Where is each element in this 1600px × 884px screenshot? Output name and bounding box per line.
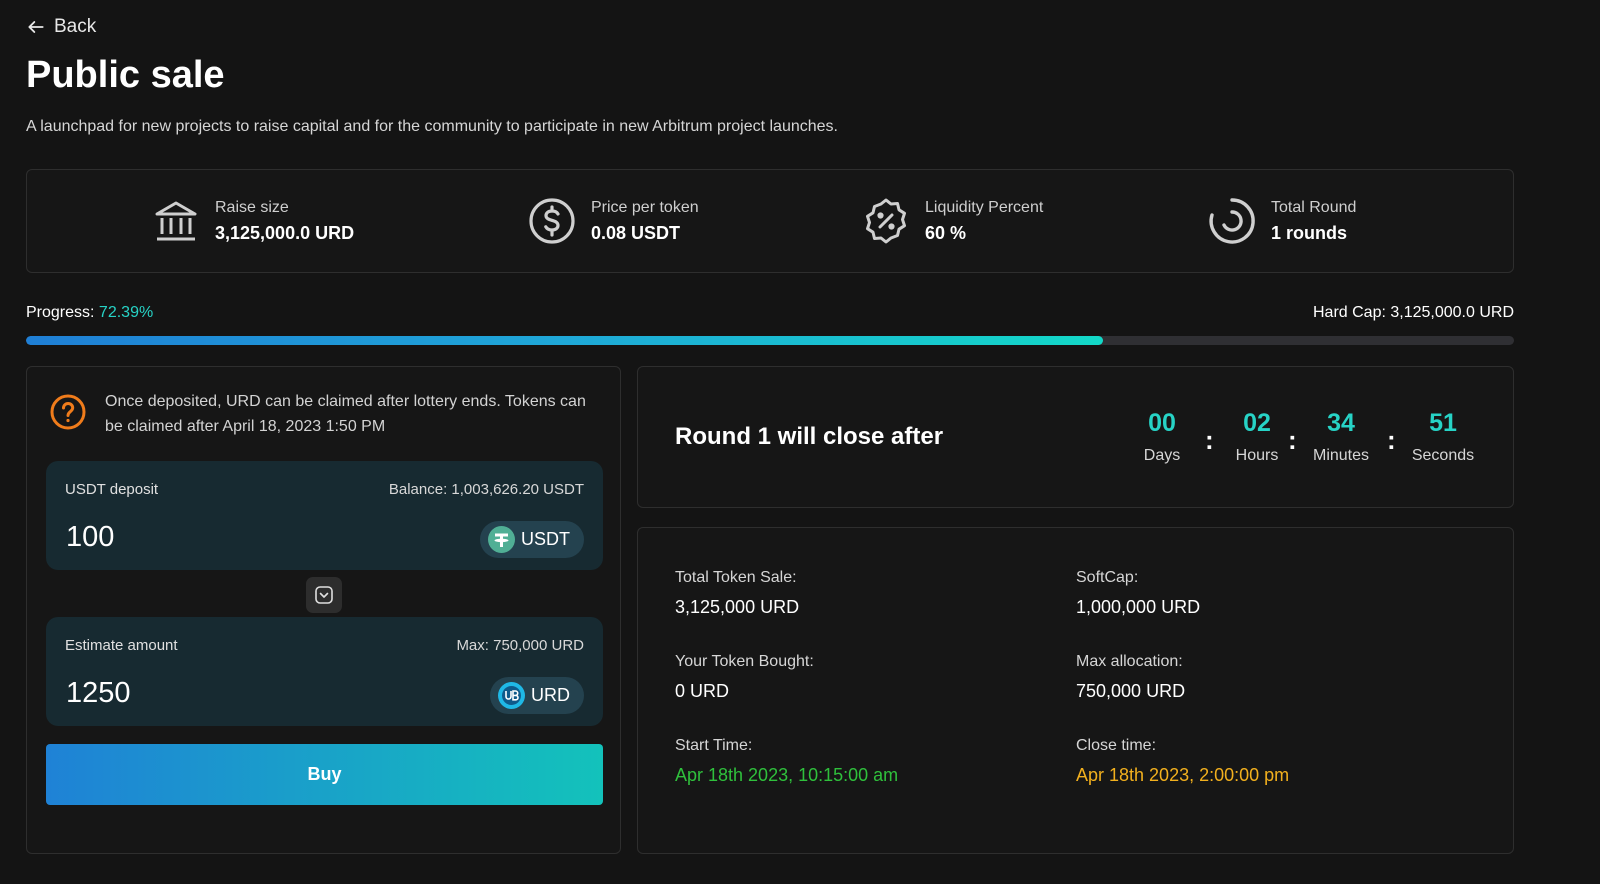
countdown-card: Round 1 will close after 00 Days : 02 Ho…	[637, 366, 1514, 508]
progress-label: Progress: 72.39%	[26, 304, 153, 322]
countdown-separator: :	[1205, 425, 1214, 455]
countdown-unit-label: Minutes	[1312, 447, 1370, 464]
chevron-down-square-icon	[315, 586, 333, 604]
page-title: Public sale	[26, 54, 225, 96]
countdown-value: 02	[1243, 409, 1271, 437]
detail-close-time: Close time: Apr 18th 2023, 2:00:00 pm	[1076, 737, 1289, 786]
deposit-box: USDT deposit Balance: 1,003,626.20 USDT …	[46, 461, 603, 570]
stat-label: Raise size	[215, 198, 289, 216]
detail-label: Your Token Bought:	[675, 653, 814, 670]
countdown-hours: 02 Hours	[1226, 409, 1288, 465]
swap-direction-button[interactable]	[306, 577, 342, 613]
stat-label: Liquidity Percent	[925, 198, 1044, 216]
stat-value: 60 %	[925, 222, 967, 243]
deposit-label: USDT deposit	[65, 481, 159, 498]
detail-value: 0 URD	[675, 681, 730, 701]
detail-label: Total Token Sale:	[675, 569, 797, 586]
progress-label-text: Progress:	[26, 304, 95, 321]
estimate-label: Estimate amount	[65, 637, 178, 654]
percent-badge-icon	[866, 198, 906, 244]
stats-card: Raise size 3,125,000.0 URD Price per tok…	[26, 169, 1514, 273]
stat-label: Total Round	[1271, 198, 1357, 216]
hard-cap: Hard Cap: 3,125,000.0 URD	[1313, 304, 1514, 321]
usdt-token-selector[interactable]: USDT	[480, 521, 584, 558]
purchase-card: Once deposited, URD can be claimed after…	[26, 366, 621, 854]
urd-logo-icon	[498, 682, 525, 709]
countdown-unit-label: Seconds	[1411, 447, 1475, 464]
deposit-amount-input[interactable]	[66, 521, 366, 554]
detail-your-token-bought: Your Token Bought: 0 URD	[675, 653, 814, 702]
token-symbol: USDT	[521, 529, 570, 549]
buy-button[interactable]: Buy	[46, 744, 603, 805]
countdown-days: 00 Days	[1131, 409, 1193, 465]
countdown-title: Round 1 will close after	[675, 423, 944, 450]
countdown-seconds: 51 Seconds	[1405, 409, 1481, 465]
countdown-value: 51	[1429, 409, 1457, 437]
progress-percent: 72.39%	[98, 304, 154, 321]
progress-bar	[26, 336, 1514, 345]
stat-value: 0.08 USDT	[591, 222, 681, 243]
detail-value: 1,000,000 URD	[1076, 597, 1201, 617]
notice-text: Once deposited, URD can be claimed after…	[105, 393, 586, 435]
detail-label: SoftCap:	[1076, 569, 1139, 586]
countdown-value: 00	[1148, 409, 1176, 437]
question-circle-icon	[50, 394, 86, 430]
stat-price-per-token: Price per token 0.08 USDT	[527, 196, 699, 246]
estimate-box: Estimate amount Max: 750,000 URD URD	[46, 617, 603, 726]
countdown-value: 34	[1327, 409, 1355, 437]
dollar-coin-icon	[529, 198, 575, 244]
page-subtitle: A launchpad for new projects to raise ca…	[26, 118, 838, 135]
claim-notice: Once deposited, URD can be claimed after…	[49, 389, 595, 439]
detail-start-time: Start Time: Apr 18th 2023, 10:15:00 am	[675, 737, 898, 786]
bank-icon	[155, 201, 197, 241]
sale-details-card: Total Token Sale: 3,125,000 URD SoftCap:…	[637, 527, 1514, 854]
stat-raise-size: Raise size 3,125,000.0 URD	[151, 196, 354, 246]
detail-value: 3,125,000 URD	[675, 597, 800, 617]
token-symbol: URD	[531, 685, 570, 705]
detail-softcap: SoftCap: 1,000,000 URD	[1076, 569, 1200, 618]
detail-label: Close time:	[1076, 737, 1157, 754]
detail-value: 750,000 URD	[1076, 681, 1186, 701]
estimate-amount-input[interactable]	[66, 677, 366, 710]
estimate-max: Max: 750,000 URD	[456, 637, 584, 654]
countdown-minutes: 34 Minutes	[1305, 409, 1377, 465]
detail-value: Apr 18th 2023, 10:15:00 am	[675, 765, 899, 785]
countdown-separator: :	[1288, 425, 1297, 455]
stat-liquidity-percent: Liquidity Percent 60 %	[861, 196, 1043, 246]
round-progress-icon	[1209, 198, 1255, 244]
progress-bar-fill	[26, 336, 1104, 345]
tether-icon	[488, 526, 515, 553]
detail-total-token-sale: Total Token Sale: 3,125,000 URD	[675, 569, 799, 618]
back-link[interactable]: Back	[26, 16, 96, 38]
detail-label: Start Time:	[675, 737, 753, 754]
countdown-separator: :	[1387, 425, 1396, 455]
stat-value: 1 rounds	[1271, 222, 1348, 243]
countdown-unit-label: Days	[1143, 447, 1181, 464]
arrow-left-icon	[28, 21, 44, 33]
urd-token-selector[interactable]: URD	[490, 677, 584, 714]
detail-label: Max allocation:	[1076, 653, 1183, 670]
stat-value: 3,125,000.0 URD	[215, 222, 355, 243]
deposit-balance: Balance: 1,003,626.20 USDT	[388, 481, 584, 498]
back-label: Back	[54, 16, 97, 37]
detail-max-allocation: Max allocation: 750,000 URD	[1076, 653, 1185, 702]
countdown-unit-label: Hours	[1235, 447, 1279, 464]
stat-total-round: Total Round 1 rounds	[1207, 196, 1356, 246]
detail-value: Apr 18th 2023, 2:00:00 pm	[1076, 765, 1290, 785]
stat-label: Price per token	[591, 198, 699, 216]
